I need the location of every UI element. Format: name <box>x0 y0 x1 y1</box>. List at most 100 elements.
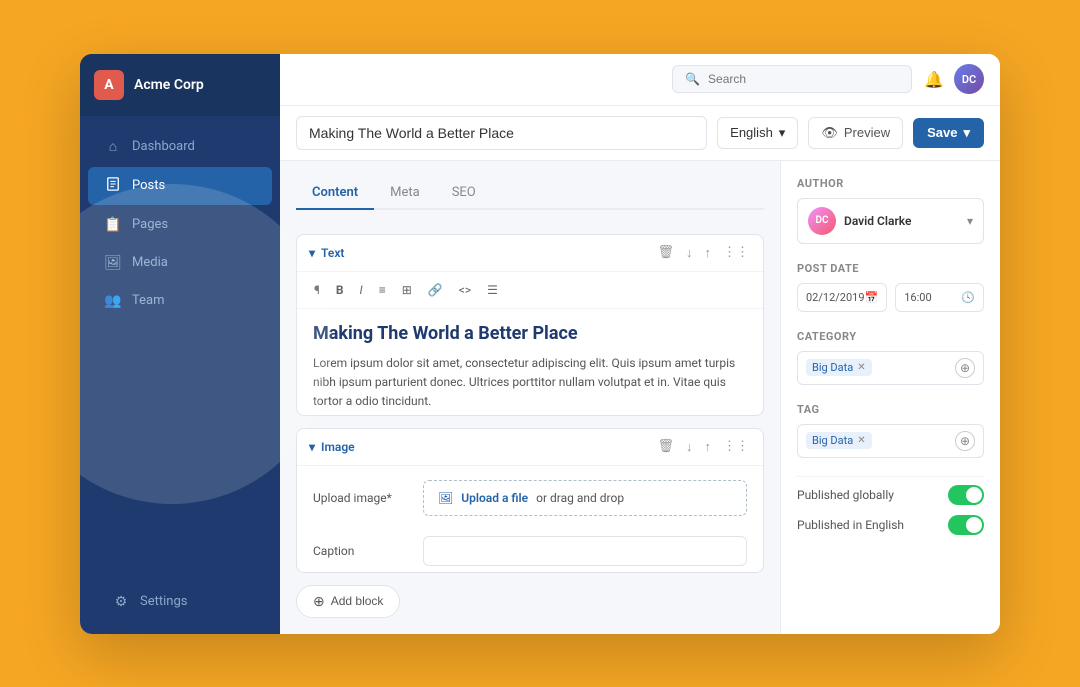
text-block: ▾ Text 🗑 ↓ ↑ ⋮⋮ ¶ B I <box>296 234 764 416</box>
code-btn[interactable]: <> <box>454 280 476 300</box>
date-time-row: 02/12/2019 📅 16:00 🕓 <box>797 283 984 312</box>
list-btn[interactable]: ≡ <box>374 280 391 300</box>
plus-icon: ⊕ <box>313 593 325 610</box>
right-panel: Author DC David Clarke ▾ Post date 0 <box>780 161 1000 634</box>
post-date-section: Post date 02/12/2019 📅 16:00 🕓 <box>797 262 984 312</box>
sidebar-item-posts[interactable]: Posts <box>88 167 272 205</box>
tag-chip-label: Big Data <box>812 434 853 447</box>
bold-btn[interactable]: B <box>331 280 349 300</box>
image-block-collapse[interactable]: ▾ Image <box>309 440 355 454</box>
category-section: Category Big Data ✕ ⊕ <box>797 330 984 385</box>
time-field[interactable]: 16:00 🕓 <box>895 283 984 312</box>
caption-row: Caption <box>297 530 763 573</box>
author-name: David Clarke <box>844 214 911 228</box>
app-container: A Acme Corp ⌂ Dashboard Posts <box>80 54 1000 634</box>
table-btn[interactable]: ⊞ <box>397 280 417 300</box>
block-heading[interactable]: Making The World a Better Place <box>313 323 747 344</box>
tag-field[interactable]: Big Data ✕ ⊕ <box>797 424 984 458</box>
sidebar-item-label: Settings <box>140 594 187 609</box>
author-info: DC David Clarke <box>808 207 911 235</box>
upload-suffix: or drag and drop <box>536 491 624 505</box>
main-area: 🔍 🔔 DC English ▾ 👁 Preview Save ▾ <box>280 54 1000 634</box>
home-icon: ⌂ <box>104 138 122 155</box>
author-avatar: DC <box>808 207 836 235</box>
add-block-label: Add block <box>331 594 384 608</box>
language-label: English <box>730 125 773 140</box>
align-btn[interactable]: ☰ <box>482 280 503 300</box>
sidebar-item-dashboard[interactable]: ⌂ Dashboard <box>88 128 272 165</box>
link-btn[interactable]: 🔗 <box>423 280 448 300</box>
chevron-down-icon: ▾ <box>779 125 786 141</box>
save-button[interactable]: Save ▾ <box>913 118 984 148</box>
tag-label: Tag <box>797 403 984 416</box>
search-bar[interactable]: 🔍 <box>672 65 912 93</box>
upload-link-text[interactable]: Upload a file <box>461 491 528 505</box>
brand-name: Acme Corp <box>134 77 204 93</box>
caption-label: Caption <box>313 544 403 558</box>
user-avatar[interactable]: DC <box>954 64 984 94</box>
delete-icon[interactable]: 🗑 <box>655 437 676 456</box>
sidebar-item-label: Team <box>132 293 165 308</box>
search-icon: 🔍 <box>685 72 700 86</box>
tag-add-btn[interactable]: ⊕ <box>955 431 975 451</box>
bell-icon[interactable]: 🔔 <box>924 70 944 89</box>
preview-label: Preview <box>844 125 890 140</box>
date-value: 02/12/2019 <box>806 291 865 304</box>
brand-area[interactable]: A Acme Corp <box>80 54 280 116</box>
eye-icon: 👁 <box>821 125 838 141</box>
preview-button[interactable]: 👁 Preview <box>808 117 903 149</box>
sidebar-nav: ⌂ Dashboard Posts 📋 Pages <box>80 116 280 570</box>
published-english-label: Published in English <box>797 518 904 532</box>
language-button[interactable]: English ▾ <box>717 117 798 149</box>
move-up-icon[interactable]: ↑ <box>703 243 714 263</box>
tag-chip: Big Data ✕ <box>806 432 872 449</box>
category-add-btn[interactable]: ⊕ <box>955 358 975 378</box>
category-chip-label: Big Data <box>812 361 853 374</box>
tag-section: Tag Big Data ✕ ⊕ <box>797 403 984 458</box>
published-globally-row: Published globally <box>797 485 984 505</box>
published-globally-toggle[interactable] <box>948 485 984 505</box>
text-block-content: Making The World a Better Place Lorem ip… <box>297 309 763 416</box>
topbar-icons: 🔔 DC <box>924 64 984 94</box>
category-field[interactable]: Big Data ✕ ⊕ <box>797 351 984 385</box>
tag-chip-close[interactable]: ✕ <box>857 435 865 446</box>
move-down-icon[interactable]: ↓ <box>684 243 695 263</box>
calendar-icon: 📅 <box>865 291 879 304</box>
drag-icon[interactable]: ⋮⋮ <box>721 243 751 262</box>
sidebar-item-label: Pages <box>132 217 168 232</box>
italic-btn[interactable]: I <box>355 280 368 300</box>
add-block-button[interactable]: ⊕ Add block <box>296 585 400 618</box>
published-english-toggle[interactable] <box>948 515 984 535</box>
chevron-down-icon: ▾ <box>309 246 315 260</box>
paragraph-btn[interactable]: ¶ <box>309 280 325 300</box>
date-field[interactable]: 02/12/2019 📅 <box>797 283 887 312</box>
block-body[interactable]: Lorem ipsum dolor sit amet, consectetur … <box>313 354 747 412</box>
content-area: Content Meta SEO ▾ Text 🗑 ↓ ↑ <box>280 161 1000 634</box>
editor-section: Content Meta SEO ▾ Text 🗑 ↓ ↑ <box>280 161 780 634</box>
sidebar-item-label: Dashboard <box>132 139 195 154</box>
sidebar-bottom: ⚙ Settings <box>80 570 280 634</box>
caption-input[interactable] <box>423 536 747 566</box>
tab-content[interactable]: Content <box>296 177 374 210</box>
text-block-collapse[interactable]: ▾ Text <box>309 246 344 260</box>
author-label: Author <box>797 177 984 190</box>
sidebar-item-settings[interactable]: ⚙ Settings <box>96 584 264 620</box>
tab-seo[interactable]: SEO <box>436 177 492 210</box>
move-down-icon[interactable]: ↓ <box>684 437 695 457</box>
drag-icon[interactable]: ⋮⋮ <box>721 437 751 456</box>
author-row[interactable]: DC David Clarke ▾ <box>797 198 984 244</box>
sidebar-item-pages[interactable]: 📋 Pages <box>88 207 272 243</box>
tab-meta[interactable]: Meta <box>374 177 436 210</box>
save-label: Save <box>927 125 957 140</box>
topbar: 🔍 🔔 DC <box>280 54 1000 106</box>
sidebar-item-team[interactable]: 👥 Team <box>88 283 272 319</box>
upload-zone[interactable]: 🖼 Upload a file or drag and drop <box>423 480 747 516</box>
image-block-label: Image <box>321 440 355 454</box>
sidebar-item-media[interactable]: 🖼 Media <box>88 245 272 281</box>
search-input[interactable] <box>708 72 899 86</box>
delete-icon[interactable]: 🗑 <box>655 243 676 262</box>
category-chip: Big Data ✕ <box>806 359 872 376</box>
category-chip-close[interactable]: ✕ <box>857 362 865 373</box>
post-title-input[interactable] <box>296 116 707 150</box>
move-up-icon[interactable]: ↑ <box>703 437 714 457</box>
